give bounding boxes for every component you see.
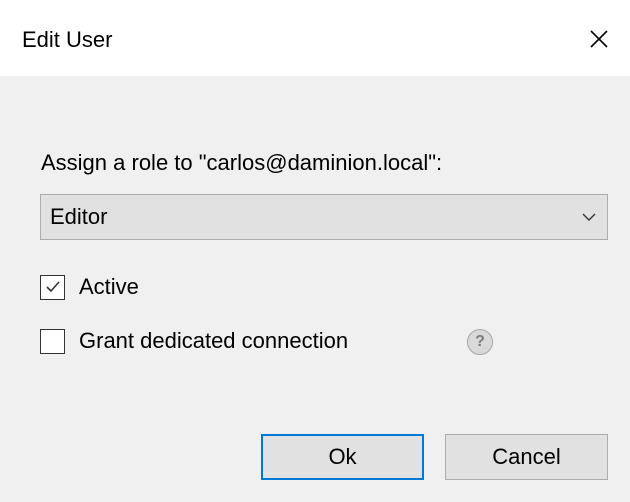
dedicated-connection-label: Grant dedicated connection — [79, 328, 349, 353]
close-button[interactable] — [578, 18, 620, 60]
active-checkbox-row[interactable]: Active — [40, 273, 139, 301]
chevron-down-icon — [582, 213, 596, 221]
close-icon — [590, 30, 608, 48]
active-checkbox[interactable] — [40, 274, 65, 300]
ok-button[interactable]: Ok — [261, 434, 424, 480]
help-icon[interactable]: ? — [467, 329, 493, 355]
checkmark-icon — [45, 281, 60, 293]
dedicated-connection-checkbox[interactable] — [40, 328, 65, 354]
role-prompt-label: Assign a role to "carlos@daminion.local"… — [41, 150, 443, 175]
active-label: Active — [79, 274, 139, 299]
role-select-value: Editor — [50, 204, 108, 229]
help-glyph: ? — [475, 333, 485, 350]
role-select[interactable]: Editor — [40, 194, 608, 240]
cancel-button[interactable]: Cancel — [445, 434, 608, 480]
dedicated-connection-checkbox-row[interactable]: Grant dedicated connection — [40, 327, 348, 355]
title-bar: Edit User — [0, 0, 630, 76]
edit-user-dialog: Edit User Assign a role to "carlos@damin… — [0, 0, 630, 502]
dialog-title: Edit User — [22, 27, 113, 52]
